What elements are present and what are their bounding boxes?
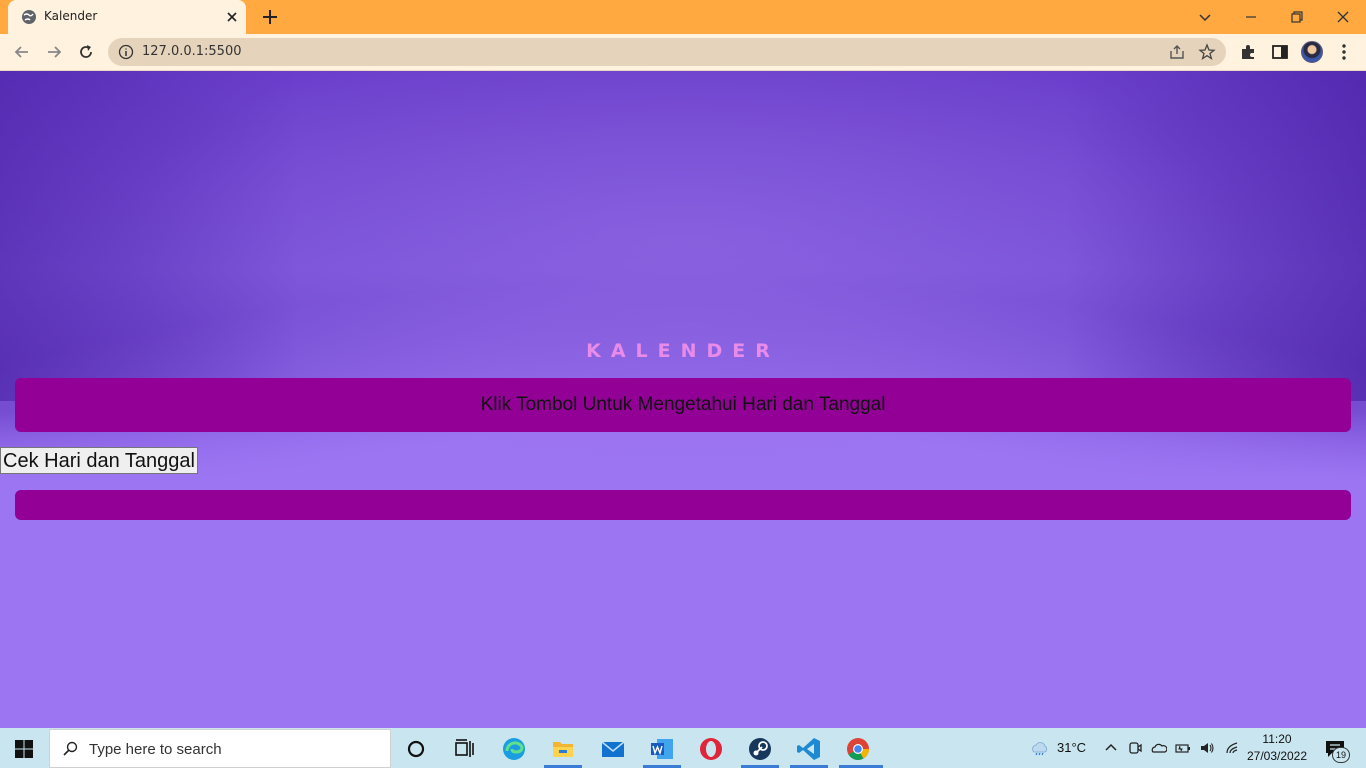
taskbar: Type here to search 31°C 11:20 27/03/202… <box>0 728 1366 768</box>
clock-time: 11:20 <box>1262 732 1292 746</box>
battery-icon[interactable] <box>1175 740 1191 756</box>
bookmark-star-icon[interactable] <box>1198 43 1216 61</box>
info-icon[interactable] <box>118 44 134 60</box>
opera-icon[interactable] <box>698 736 724 762</box>
search-placeholder: Type here to search <box>89 741 222 758</box>
instruction-banner: Klik Tombol Untuk Mengetahui Hari dan Ta… <box>15 378 1351 432</box>
new-tab-icon[interactable] <box>261 8 279 26</box>
clock-date: 27/03/2022 <box>1246 749 1308 763</box>
close-tab-icon[interactable] <box>224 9 240 25</box>
tab-strip: Kalender <box>0 0 1366 34</box>
instruction-text: Klik Tombol Untuk Mengetahui Hari dan Ta… <box>480 394 886 415</box>
page-title: KALENDER <box>586 340 780 362</box>
profile-avatar[interactable] <box>1301 41 1323 63</box>
notification-count-badge: 19 <box>1332 747 1350 763</box>
tab-title: Kalender <box>44 9 98 23</box>
chrome-icon[interactable] <box>845 736 871 762</box>
tab-search-icon[interactable] <box>1194 6 1216 28</box>
extensions-icon[interactable] <box>1238 42 1258 62</box>
side-panel-icon[interactable] <box>1270 42 1290 62</box>
page-content: KALENDER Klik Tombol Untuk Mengetahui Ha… <box>0 71 1366 728</box>
search-icon <box>63 741 78 756</box>
forward-icon[interactable] <box>44 42 64 62</box>
word-icon[interactable] <box>649 736 675 762</box>
globe-icon <box>22 10 36 24</box>
url-text[interactable]: 127.0.0.1:5500 <box>142 44 242 59</box>
task-view-icon[interactable] <box>451 736 477 762</box>
weather-icon[interactable] <box>1030 740 1050 756</box>
meet-now-icon[interactable] <box>1127 740 1143 756</box>
browser-toolbar: 127.0.0.1:5500 <box>0 34 1366 71</box>
vscode-icon[interactable] <box>796 736 822 762</box>
restore-icon[interactable] <box>1286 6 1308 28</box>
chevron-up-icon[interactable] <box>1103 740 1119 756</box>
browser-tab[interactable]: Kalender <box>8 0 246 34</box>
weather-temperature[interactable]: 31°C <box>1057 740 1086 755</box>
address-bar[interactable]: 127.0.0.1:5500 <box>108 38 1226 66</box>
cortana-icon[interactable] <box>403 736 429 762</box>
onedrive-icon[interactable] <box>1151 740 1167 756</box>
minimize-icon[interactable] <box>1240 6 1262 28</box>
close-window-icon[interactable] <box>1332 6 1354 28</box>
taskbar-search-input[interactable]: Type here to search <box>49 729 391 768</box>
edge-icon[interactable] <box>501 736 527 762</box>
volume-icon[interactable] <box>1199 740 1215 756</box>
menu-kebab-icon[interactable] <box>1334 42 1354 62</box>
reload-icon[interactable] <box>76 42 96 62</box>
back-icon[interactable] <box>12 42 32 62</box>
file-explorer-icon[interactable] <box>550 736 576 762</box>
windows-start-icon[interactable] <box>14 739 34 759</box>
check-date-button[interactable]: Cek Hari dan Tanggal <box>0 447 198 474</box>
share-icon[interactable] <box>1168 43 1186 61</box>
steam-icon[interactable] <box>747 736 773 762</box>
network-icon[interactable] <box>1224 740 1240 756</box>
mail-icon[interactable] <box>600 736 626 762</box>
system-clock[interactable]: 11:20 27/03/2022 <box>1246 731 1308 765</box>
result-output <box>15 490 1351 520</box>
